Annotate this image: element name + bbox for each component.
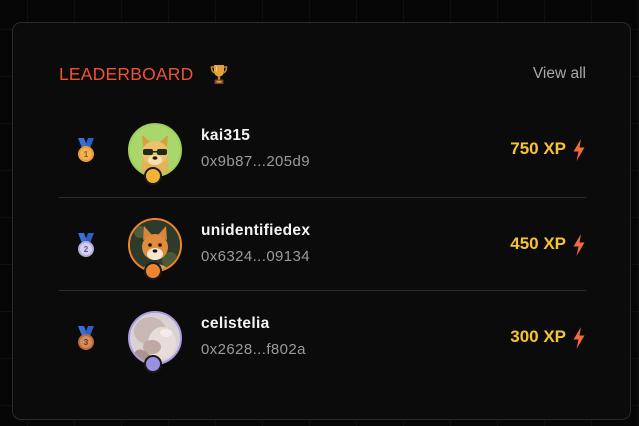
gold-medal-icon: 1	[75, 137, 97, 165]
avatar	[128, 123, 182, 185]
silver-medal-icon: 2	[75, 232, 97, 260]
leaderboard-title: LEADERBOARD	[59, 64, 194, 84]
leaderboard-row[interactable]: 2 unidentifiedex 0x6324...09134 450 XP	[59, 197, 586, 291]
player-name: unidentifiedex	[201, 222, 311, 239]
wallet-address: 0x9b87...205d9	[201, 153, 311, 170]
leaderboard-row[interactable]: 3 celistelia 0x2628...f802a 300 XP	[59, 290, 586, 384]
level-badge	[144, 167, 162, 185]
xp-value: 750 XP	[510, 139, 566, 158]
view-all-link[interactable]: View all	[533, 65, 586, 83]
wallet-address: 0x2628...f802a	[201, 341, 306, 358]
trophy-icon	[209, 63, 229, 85]
player-name: kai315	[201, 127, 251, 144]
wallet-address: 0x6324...09134	[201, 248, 311, 265]
lightning-icon	[572, 327, 586, 349]
bronze-medal-icon: 3	[75, 325, 97, 353]
avatar	[128, 311, 182, 373]
xp-value: 450 XP	[510, 234, 566, 253]
leaderboard-row[interactable]: 1 kai315 0x9b87...205d9 750 XP	[59, 103, 586, 196]
level-badge	[144, 355, 162, 373]
level-badge	[144, 262, 162, 280]
xp-value: 300 XP	[510, 327, 566, 346]
lightning-icon	[572, 139, 586, 161]
avatar	[128, 218, 182, 280]
svg-text:2: 2	[84, 245, 89, 254]
leaderboard-header: LEADERBOARD View all	[59, 63, 586, 89]
player-name: celistelia	[201, 315, 270, 332]
lightning-icon	[572, 234, 586, 256]
svg-text:1: 1	[84, 150, 89, 159]
leaderboard-card: LEADERBOARD View all 1 kai315 0x9b87...2…	[12, 22, 631, 420]
svg-text:3: 3	[84, 338, 89, 347]
